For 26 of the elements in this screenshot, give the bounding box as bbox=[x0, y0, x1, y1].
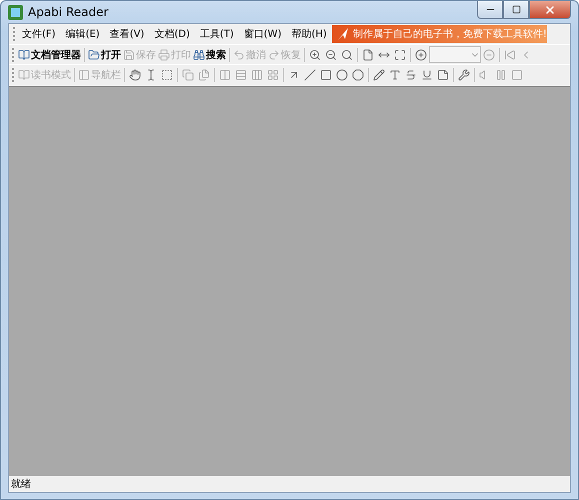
menu-item[interactable]: 文档(D) bbox=[149, 27, 195, 41]
app-logo-icon bbox=[8, 4, 23, 20]
book-icon bbox=[18, 68, 30, 80]
close-icon bbox=[544, 4, 556, 16]
maximize-button[interactable] bbox=[503, 1, 529, 19]
toolbar-button[interactable]: 打开 bbox=[87, 46, 122, 64]
menu-item[interactable]: 文件(F) bbox=[17, 27, 61, 41]
minimize-button[interactable] bbox=[477, 1, 503, 19]
menu-item[interactable]: 编辑(E) bbox=[60, 27, 105, 41]
menu-item[interactable]: 帮助(H) bbox=[286, 27, 332, 41]
status-text: 就绪 bbox=[11, 478, 31, 491]
maximize-icon bbox=[512, 5, 520, 14]
menu-item[interactable]: 查看(V) bbox=[104, 27, 150, 41]
toolbar-button[interactable]: 文档管理器 bbox=[17, 46, 82, 64]
toolbar-button[interactable]: 搜索 bbox=[192, 46, 227, 64]
folder-icon bbox=[88, 48, 100, 60]
close-button[interactable] bbox=[529, 1, 571, 19]
window-title: Apabi Reader bbox=[28, 5, 108, 19]
undo-icon bbox=[233, 48, 245, 60]
menu-item[interactable]: 窗口(W) bbox=[238, 27, 286, 41]
printer-icon bbox=[158, 48, 170, 60]
cursor-arrow-icon bbox=[336, 27, 349, 41]
menu-item[interactable]: 工具(T) bbox=[194, 27, 239, 41]
panel-icon bbox=[78, 68, 90, 80]
binoculars-icon bbox=[193, 48, 205, 60]
redo-icon bbox=[268, 48, 280, 60]
